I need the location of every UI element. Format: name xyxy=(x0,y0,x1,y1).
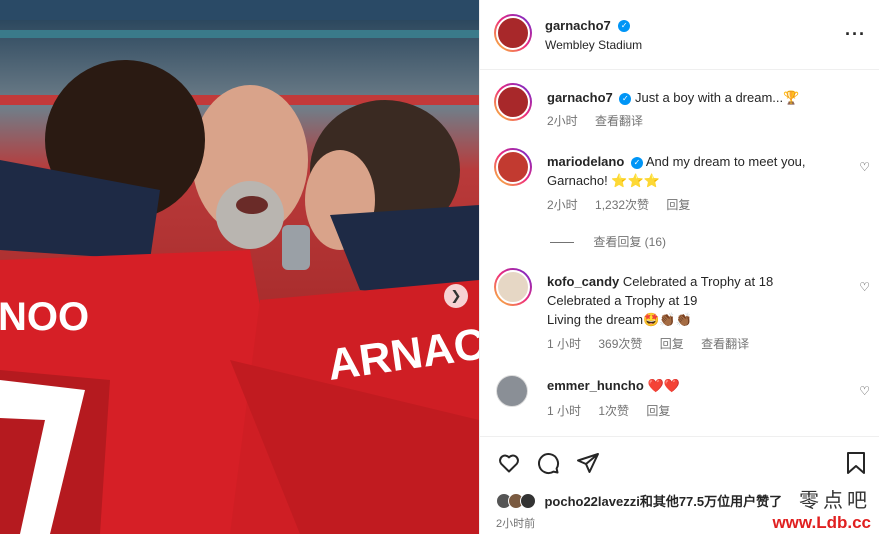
see-translation-link[interactable]: 查看翻译 xyxy=(595,114,643,128)
comment-text-line: Celebrated a Trophy at 18 xyxy=(622,274,774,289)
commenter-avatar[interactable] xyxy=(494,268,532,306)
caption-text: Just a boy with a dream...🏆 xyxy=(635,90,800,105)
comment-username[interactable]: mariodelano xyxy=(547,154,624,169)
commenter-avatar[interactable] xyxy=(494,148,532,186)
author-avatar[interactable] xyxy=(494,14,532,52)
post-panel: garnacho7 ✓ Wembley Stadium ··· garnacho… xyxy=(479,0,879,534)
save-icon[interactable] xyxy=(845,451,867,475)
likes-text: pocho22lavezzi和其他77.5万位用户赞了 xyxy=(544,494,783,509)
jersey-left-name: NOO xyxy=(0,295,89,339)
verified-icon: ✓ xyxy=(619,92,632,105)
comment: mariodelano ✓ And my dream to meet you, … xyxy=(480,146,879,216)
comment-time[interactable]: 2小时 xyxy=(547,198,578,212)
verified-icon: ✓ xyxy=(630,156,643,169)
watermark-line2: www.Ldb.cc xyxy=(772,513,871,532)
comment-text-line: Living the dream🤩👏🏾👏🏾 xyxy=(547,312,692,327)
comment-text: ❤️❤️ xyxy=(647,378,680,393)
comment-username[interactable]: kofo_candy xyxy=(547,274,619,289)
verified-icon: ✓ xyxy=(618,19,631,32)
watermark: 零点吧 www.Ldb.cc xyxy=(772,484,871,533)
share-icon[interactable] xyxy=(576,451,600,475)
caption-avatar[interactable] xyxy=(494,83,532,121)
caption-username[interactable]: garnacho7 xyxy=(547,90,613,105)
liker-avatar xyxy=(520,492,536,509)
commenter-avatar[interactable] xyxy=(496,375,528,407)
post-location[interactable]: Wembley Stadium xyxy=(545,38,642,52)
post-image-art: NOO ARNAC xyxy=(0,0,479,534)
comment-likes[interactable]: 1,232次赞 xyxy=(595,198,649,212)
comment-text-line: Celebrated a Trophy at 19 xyxy=(547,293,698,308)
divider-line xyxy=(550,242,574,244)
reply-button[interactable]: 回复 xyxy=(660,337,684,351)
comment-icon[interactable] xyxy=(536,451,560,475)
post-image[interactable]: NOO ARNAC ❯ xyxy=(0,0,479,534)
caption: garnacho7 ✓ Just a boy with a dream...🏆 … xyxy=(480,80,879,135)
reply-button[interactable]: 回复 xyxy=(666,198,690,212)
comment: emmer_huncho ❤️❤️ 1 小时 1次赞 回复 ♡ xyxy=(480,372,879,422)
post-timestamp[interactable]: 2小时前 xyxy=(496,515,535,531)
see-translation-link[interactable]: 查看翻译 xyxy=(701,337,749,351)
comment-likes[interactable]: 1次赞 xyxy=(598,404,629,418)
next-image-button[interactable]: ❯ xyxy=(444,284,468,308)
more-options-icon[interactable]: ··· xyxy=(845,24,866,45)
comment-username[interactable]: emmer_huncho xyxy=(547,378,644,393)
comment-time[interactable]: 1 小时 xyxy=(547,404,581,418)
comment-likes[interactable]: 369次赞 xyxy=(598,337,642,351)
like-comment-icon[interactable]: ♡ xyxy=(859,384,870,398)
comment: kofo_candy Celebrated a Trophy at 18 Cel… xyxy=(480,266,879,356)
watermark-line1: 零点吧 xyxy=(799,488,871,512)
view-replies-label: 查看回复 (16) xyxy=(593,235,667,249)
comment-time[interactable]: 1 小时 xyxy=(547,337,581,351)
caption-time[interactable]: 2小时 xyxy=(547,114,578,128)
chevron-right-icon: ❯ xyxy=(450,288,462,303)
author-username[interactable]: garnacho7 xyxy=(545,18,611,33)
likes-row[interactable]: pocho22lavezzi和其他77.5万位用户赞了 xyxy=(496,491,782,511)
view-replies[interactable]: 查看回复 (16) xyxy=(550,233,666,250)
post-header: garnacho7 ✓ Wembley Stadium ··· xyxy=(480,0,879,70)
like-icon[interactable] xyxy=(497,451,521,475)
like-comment-icon[interactable]: ♡ xyxy=(859,160,870,174)
like-comment-icon[interactable]: ♡ xyxy=(859,280,870,294)
reply-button[interactable]: 回复 xyxy=(646,404,670,418)
